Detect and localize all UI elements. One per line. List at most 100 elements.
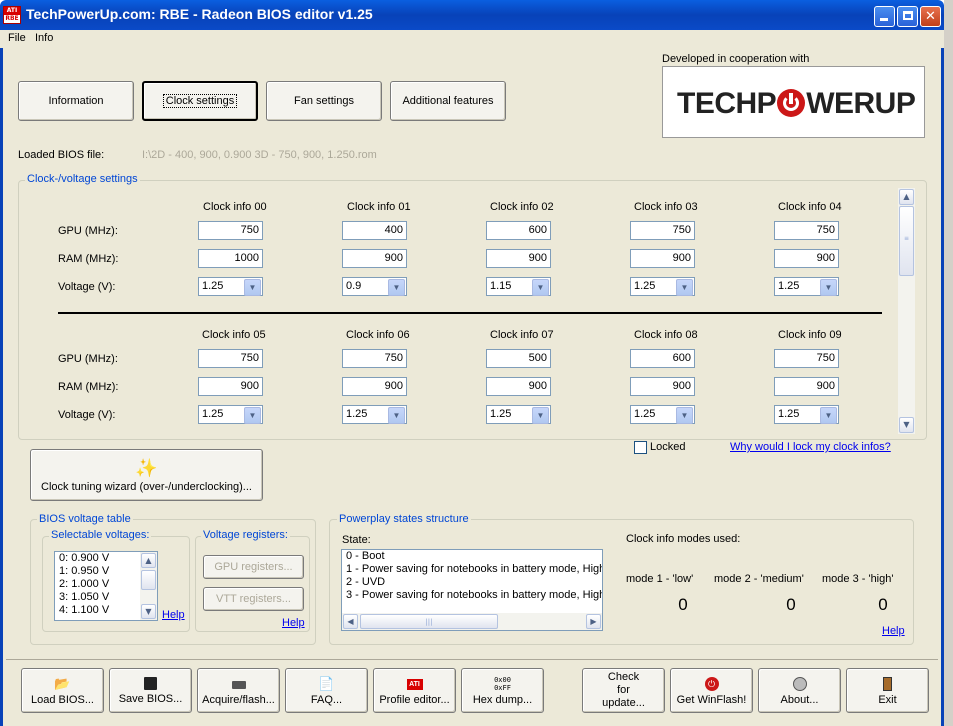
voltage-registers-help-link[interactable]: Help	[282, 617, 305, 629]
ram-clock-input[interactable]: 900	[198, 377, 263, 396]
maximize-button[interactable]	[897, 6, 918, 27]
gpu-clock-input[interactable]: 500	[486, 349, 551, 368]
scroll-right-button[interactable]: ▶	[586, 614, 601, 629]
menu-info[interactable]: Info	[35, 32, 53, 44]
gpu-clock-input[interactable]: 400	[342, 221, 407, 240]
chevron-down-icon: ▼	[532, 407, 549, 424]
tab-clock-settings[interactable]: Clock settings	[142, 81, 258, 121]
loaded-bios-path: I:\2D - 400, 900, 0.900 3D - 750, 900, 1…	[142, 149, 377, 161]
gpu-clock-input[interactable]: 600	[630, 349, 695, 368]
tab-information[interactable]: Information	[18, 81, 134, 121]
tab-additional-features[interactable]: Additional features	[390, 81, 506, 121]
voltage-select[interactable]: 1.15 ▼	[486, 277, 551, 296]
ram-clock-input[interactable]: 900	[774, 377, 839, 396]
chevron-down-icon: ▼	[244, 279, 261, 296]
folder-icon: 📂	[54, 675, 71, 691]
save-bios-label: Save BIOS...	[118, 693, 183, 705]
scroll-down-button[interactable]: ▼	[899, 417, 914, 433]
gpu-clock-input[interactable]: 750	[342, 349, 407, 368]
minimize-button[interactable]	[874, 6, 895, 27]
exit-button[interactable]: Exit	[846, 668, 929, 713]
list-item[interactable]: 3 - Power saving for notebooks in batter…	[342, 589, 602, 602]
ram-clock-input[interactable]: 900	[630, 249, 695, 268]
save-bios-button[interactable]: Save BIOS...	[109, 668, 192, 713]
ram-clock-input[interactable]: 1000	[198, 249, 263, 268]
hex-dump-label: Hex dump...	[472, 693, 533, 706]
voltage-select[interactable]: 1.25 ▼	[774, 277, 839, 296]
acquire-flash-button[interactable]: Acquire/flash...	[197, 668, 280, 713]
tab-additional-features-label: Additional features	[402, 95, 494, 107]
voltage-scroll-thumb[interactable]	[141, 570, 156, 590]
ram-clock-input[interactable]: 900	[774, 249, 839, 268]
check-for-update-label: Check for update...	[602, 671, 645, 709]
scroll-thumb[interactable]: ≡	[899, 206, 914, 276]
list-item[interactable]: 0 - Boot	[342, 550, 602, 563]
clock-info-title: Clock info 03	[634, 201, 698, 213]
voltage-select[interactable]: 1.25 ▼	[198, 277, 263, 296]
scroll-left-button[interactable]: ◀	[343, 614, 358, 629]
voltage-select[interactable]: 1.25 ▼	[630, 405, 695, 424]
voltage-select[interactable]: 1.25 ▼	[486, 405, 551, 424]
ram-clock-input[interactable]: 900	[342, 249, 407, 268]
voltage-select[interactable]: 1.25 ▼	[342, 405, 407, 424]
locked-checkbox[interactable]	[634, 441, 647, 454]
why-lock-link[interactable]: Why would I lock my clock infos?	[730, 441, 891, 453]
close-button[interactable]: ✕	[920, 6, 941, 27]
clock-info-title: Clock info 01	[347, 201, 411, 213]
powerplay-help-link[interactable]: Help	[882, 625, 905, 637]
locked-label: Locked	[650, 441, 686, 453]
h-scroll-thumb[interactable]: |||	[360, 614, 498, 629]
voltage-select[interactable]: 0.9 ▼	[342, 277, 407, 296]
tab-fan-settings[interactable]: Fan settings	[266, 81, 382, 121]
arrow-down-icon: ▼	[145, 607, 152, 616]
logo-text-left: TECHP	[677, 87, 777, 120]
vtt-registers-button[interactable]: VTT registers...	[203, 587, 304, 611]
clock-info-title: Clock info 08	[634, 329, 698, 341]
hex-dump-button[interactable]: 0x00 0xFF Hex dump...	[461, 668, 544, 713]
gpu-clock-input[interactable]: 750	[774, 349, 839, 368]
profile-editor-button[interactable]: ATI Profile editor...	[373, 668, 456, 713]
voltage-row-label: Voltage (V):	[58, 281, 116, 293]
ram-clock-input[interactable]: 900	[486, 377, 551, 396]
clock-info-title: Clock info 00	[203, 201, 267, 213]
minimize-icon	[880, 18, 888, 21]
voltage-table-help-link[interactable]: Help	[162, 609, 185, 621]
ram-clock-input[interactable]: 900	[342, 377, 407, 396]
ati-logo-icon: ATI	[406, 678, 423, 690]
mode-low-label: mode 1 - 'low'	[626, 573, 694, 585]
gpu-registers-button[interactable]: GPU registers...	[203, 555, 304, 579]
voltage-scroll-up[interactable]: ▲	[141, 553, 156, 568]
clock-voltage-group-title: Clock-/voltage settings	[25, 173, 140, 185]
gpu-clock-input[interactable]: 750	[774, 221, 839, 240]
gpu-clock-input[interactable]: 750	[198, 221, 263, 240]
ram-clock-input[interactable]: 900	[630, 377, 695, 396]
arrow-right-icon: ▶	[590, 617, 597, 626]
about-button[interactable]: About...	[758, 668, 841, 713]
gpu-clock-input[interactable]: 750	[630, 221, 695, 240]
voltage-select[interactable]: 1.25 ▼	[630, 277, 695, 296]
clock-tuning-wizard-button[interactable]: ✨ Clock tuning wizard (over-/underclocki…	[30, 449, 263, 501]
powerplay-title: Powerplay states structure	[337, 513, 471, 525]
voltage-scroll-down[interactable]: ▼	[141, 604, 156, 619]
check-for-update-button[interactable]: Check for update...	[582, 668, 665, 713]
chip-icon	[231, 680, 246, 689]
logo-text-right: WERUP	[806, 87, 916, 120]
clock-info-title: Clock info 07	[490, 329, 554, 341]
gpu-clock-input[interactable]: 600	[486, 221, 551, 240]
get-winflash-button[interactable]: ⏻ Get WinFlash!	[670, 668, 753, 713]
list-item[interactable]: 1 - Power saving for notebooks in batter…	[342, 563, 602, 576]
gpu-clock-input[interactable]: 750	[198, 349, 263, 368]
voltage-select[interactable]: 1.25 ▼	[774, 405, 839, 424]
faq-button[interactable]: 📄 FAQ...	[285, 668, 368, 713]
gpu-row-label: GPU (MHz):	[58, 225, 118, 237]
chevron-down-icon: ▼	[820, 407, 837, 424]
techpowerup-logo[interactable]: TECHP WERUP	[662, 66, 925, 138]
ram-row-label: RAM (MHz):	[58, 381, 119, 393]
load-bios-button[interactable]: 📂 Load BIOS...	[21, 668, 104, 713]
voltage-select-value: 1.25	[778, 280, 800, 292]
ram-clock-input[interactable]: 900	[486, 249, 551, 268]
menu-file[interactable]: File	[8, 32, 26, 44]
list-item[interactable]: 2 - UVD	[342, 576, 602, 589]
voltage-select[interactable]: 1.25 ▼	[198, 405, 263, 424]
scroll-up-button[interactable]: ▲	[899, 189, 914, 205]
